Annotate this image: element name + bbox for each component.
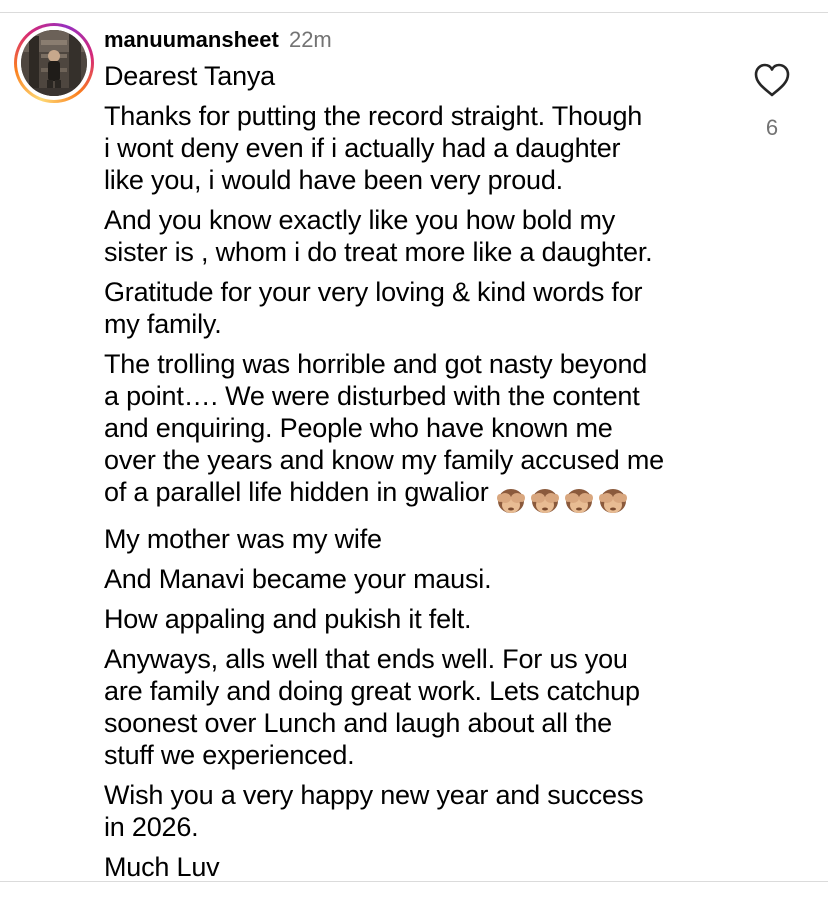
emoji-row: [496, 482, 633, 515]
like-count: 6: [765, 115, 779, 140]
avatar-photo-image: [21, 30, 87, 96]
username[interactable]: manuumansheet: [104, 27, 279, 52]
comment-paragraph: Thanks for putting the record straight. …: [104, 101, 643, 195]
avatar-ring-gap: [17, 26, 91, 100]
see-no-evil-monkey-icon: [530, 488, 559, 513]
comment-paragraph: My mother was my wife: [104, 523, 382, 554]
avatar-photo: [21, 30, 87, 96]
see-no-evil-monkey-icon: [598, 488, 627, 513]
comment-paragraph-signoff: Much Luv: [104, 851, 220, 882]
like-button[interactable]: [753, 62, 791, 98]
comment-paragraph: How appaling and pukish it felt.: [104, 603, 472, 634]
timestamp: 22m: [288, 27, 332, 52]
bottom-divider: [0, 881, 828, 882]
heart-outline-icon: [754, 63, 790, 97]
comment-paragraph: And you know exactly like you how bold m…: [104, 205, 653, 267]
see-no-evil-monkey-icon: [496, 488, 525, 513]
comment-body: manuumansheet 22m Dearest Tanya Thanks f…: [104, 24, 724, 891]
top-divider: [0, 12, 828, 13]
comment-paragraph: Wish you a very happy new year and succe…: [104, 779, 644, 842]
comment-meta: manuumansheet 22m: [104, 24, 724, 56]
comment-paragraph: And Manavi became your mausi.: [104, 563, 492, 594]
avatar[interactable]: [14, 23, 94, 103]
comment-paragraph: Gratitude for your very loving & kind wo…: [104, 277, 643, 339]
comment-paragraph-with-emoji: The trolling was horrible and got nasty …: [104, 348, 724, 515]
comment-paragraph: Anyways, alls well that ends well. For u…: [104, 643, 640, 770]
see-no-evil-monkey-icon: [564, 488, 593, 513]
comment-paragraph-greeting: Dearest Tanya: [104, 61, 276, 91]
